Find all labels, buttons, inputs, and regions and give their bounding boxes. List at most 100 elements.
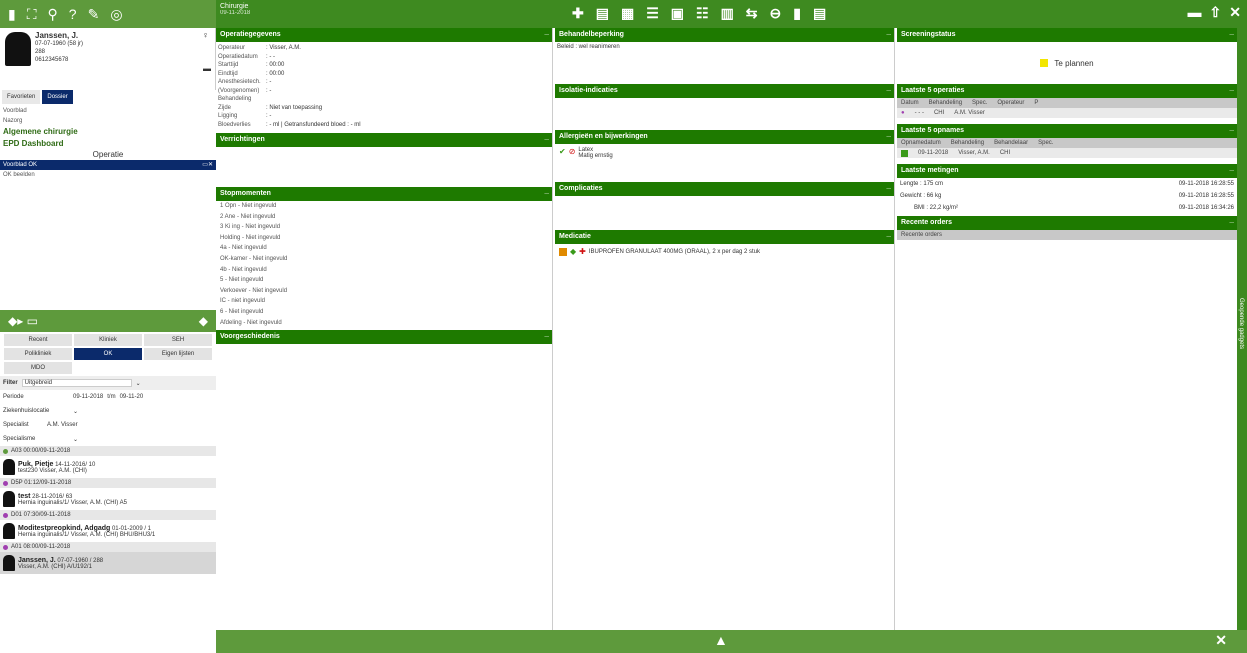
close-icon[interactable]: ✕ [1215,632,1227,649]
orders-header[interactable]: Recente orders [897,213,1237,230]
worklist-kliniek-button[interactable]: Kliniek [74,334,142,346]
complicaties-header[interactable]: Complicaties [555,179,894,196]
worklist-eigen-lijsten-button[interactable]: Eigen lijsten [144,348,212,360]
chevron-down-icon[interactable]: ⌄ [73,436,78,443]
col-header[interactable]: Behandeling [951,140,984,146]
close-icon[interactable]: ✕ [1229,4,1241,21]
nav-item-voorblad[interactable]: Voorblad [0,106,216,116]
worklist-recent-button[interactable]: Recent [4,334,72,346]
stopmoment-item[interactable]: 6 - Niet ingevuld [216,307,552,318]
periode-from[interactable]: 09-11-2018 [73,394,103,400]
metingen-header[interactable]: Laatste metingen [897,161,1237,178]
operatiegegevens-header[interactable]: Operatiegegevens [216,28,552,42]
periode-to[interactable]: 09-11-20 [120,394,144,400]
worklist-mdo-button[interactable]: MDO [4,362,72,374]
grid-icon[interactable]: ▦ [621,5,634,22]
operaties-header[interactable]: Laatste 5 operaties [897,81,1237,98]
opnames-header[interactable]: Laatste 5 opnames [897,121,1237,138]
specialist-select[interactable]: A.M. Visser [47,422,78,428]
export-icon[interactable]: ⇧ [1210,4,1222,21]
share-icon[interactable]: ⚲ [48,6,58,23]
col-header[interactable]: Behandelaar [994,140,1028,146]
stopmoment-item[interactable]: 3 Ki ing - Niet ingevuld [216,222,552,233]
filter-select[interactable]: Uitgebreid [21,379,132,387]
settings-icon[interactable]: ◎ [110,6,122,23]
col-header[interactable]: Datum [901,100,919,106]
list-item-selected[interactable]: Janssen, J. 07-07-1960 / 288 Visser, A.M.… [0,552,216,574]
list-item[interactable]: test 28-11-2016/ 63 Hernia inguinalis/1/ … [0,488,216,510]
verrichtingen-panel [216,147,552,187]
stopmoment-item[interactable]: OK-kamer - Niet ingevuld [216,254,552,265]
nav-section-epd-dashboard[interactable]: EPD Dashboard [0,138,216,150]
transfer-icon[interactable]: ⇆ [746,5,758,22]
tab-favorieten[interactable]: Favorieten [2,90,41,104]
chart-icon[interactable]: ▮ [793,5,801,22]
chevron-down-icon[interactable]: ⌄ [136,380,141,387]
binoculars-icon[interactable]: ⛶ [27,6,37,23]
worklist-action-icon[interactable]: ◆ [199,314,208,328]
gadget-sidebar[interactable]: Geopende gadgets [1237,28,1247,630]
list-icon[interactable]: ☰ [646,5,659,22]
behandelbeperking-header[interactable]: Behandelbeperking [555,28,894,42]
stopmoment-item[interactable]: 1 Opn - Niet ingevuld [216,201,552,212]
tab-dossier[interactable]: Dossier [42,90,73,104]
list-item[interactable]: Puk, Pietje 14-11-2016/ 10 test230 Visser… [0,456,216,478]
help-icon[interactable]: ? [69,6,77,22]
allergie-header[interactable]: Allergieën en bijwerkingen [555,127,894,144]
stopmoment-item[interactable]: 5 - Niet ingevuld [216,275,552,286]
monitor-icon[interactable]: ▭✕ [202,160,213,170]
people-icon[interactable]: ☷ [696,5,709,22]
collapse-icon[interactable]: ▲ [714,632,728,648]
stopmoment-item[interactable]: Afdeling - Niet ingevuld [216,318,552,329]
meting-label: BMI : 22,2 kg/m² [914,205,959,211]
document-icon[interactable]: ▤ [596,5,609,22]
nav-item-ok-beelden[interactable]: OK beelden [0,170,216,180]
chevron-down-icon[interactable]: ⌄ [73,408,78,415]
worklist-ok-button[interactable]: OK [74,348,142,360]
col-header[interactable]: P [1034,100,1038,106]
list-item[interactable]: Moditestpreopkind, Adgadg 01-01-2009 / 1… [0,520,216,542]
screening-header[interactable]: Screeningstatus [897,28,1237,42]
op-row: Bloedverlies: - ml | Getransfundeerd blo… [216,121,552,130]
medicatie-header[interactable]: Medicatie [555,227,894,244]
bed-icon[interactable]: ▬ [1188,4,1202,21]
verrichtingen-header[interactable]: Verrichtingen [216,130,552,147]
col-header[interactable]: Operateur [997,100,1024,106]
table-row[interactable]: 09-11-2018 Visser, A.M. CHI [897,148,1237,158]
worklist-polikliniek-button[interactable]: Polikliniek [4,348,72,360]
clipboard-icon[interactable]: ▣ [671,5,684,22]
col-header[interactable]: Opnamedatum [901,140,941,146]
col-header[interactable]: Spec. [1038,140,1053,146]
op-row: Operatiedatum: - - [216,53,552,62]
stopmoment-item[interactable]: IC - niet ingevuld [216,296,552,307]
list-group-label: A03 00:00/09-11-2018 [11,448,71,454]
nav-item-nazorg[interactable]: Nazorg [0,116,216,126]
orders-table-header[interactable]: Recente orders [897,230,1237,240]
nav-section-algemene-chirurgie[interactable]: Algemene chirurgie [0,126,216,138]
nav-item-voorblad-ok[interactable]: Voorblad OK ▭✕ [0,160,216,170]
stopmoment-item[interactable]: Holding - Niet ingevuld [216,233,552,244]
isolatie-header[interactable]: Isolatie-indicaties [555,81,894,98]
stopmoment-item[interactable]: 2 Ane - Niet ingevuld [216,212,552,223]
col-header[interactable]: Spec. [972,100,987,106]
ok-icon[interactable]: ▥ [721,5,734,22]
stopmoment-item[interactable]: 4b - Niet ingevuld [216,265,552,276]
list-group-header: A03 00:00/09-11-2018 [0,446,216,456]
col-header[interactable]: Behandeling [929,100,962,106]
worklist-icon[interactable]: ◆▸ ▭ [8,314,38,328]
files-icon[interactable]: ▮ [8,6,16,23]
stopmoment-item[interactable]: 4a - Niet ingevuld [216,243,552,254]
report-icon[interactable]: ▤ [813,5,826,22]
add-icon[interactable]: ✚ [572,5,584,22]
worklist-seh-button[interactable]: SEH [144,334,212,346]
meting-label: Gewicht : 66 kg [900,193,942,199]
meting-date: 09-11-2018 16:34:26 [1178,205,1234,211]
stopmoment-item[interactable]: Verkoever - Niet ingevuld [216,286,552,297]
medicatie-item[interactable]: IBUPROFEN GRANULAAT 400MG (ORAAL), 2 x p… [589,249,760,255]
table-row[interactable]: ● - - - CHI A.M. Visser [897,108,1237,118]
circle-minus-icon[interactable]: ⊖ [770,5,782,22]
voorgeschiedenis-header[interactable]: Voorgeschiedenis [216,327,552,345]
stopmomenten-header[interactable]: Stopmomenten [216,184,552,201]
pen-icon[interactable]: ✎ [88,6,100,23]
op-key: Eindtijd [218,70,238,77]
